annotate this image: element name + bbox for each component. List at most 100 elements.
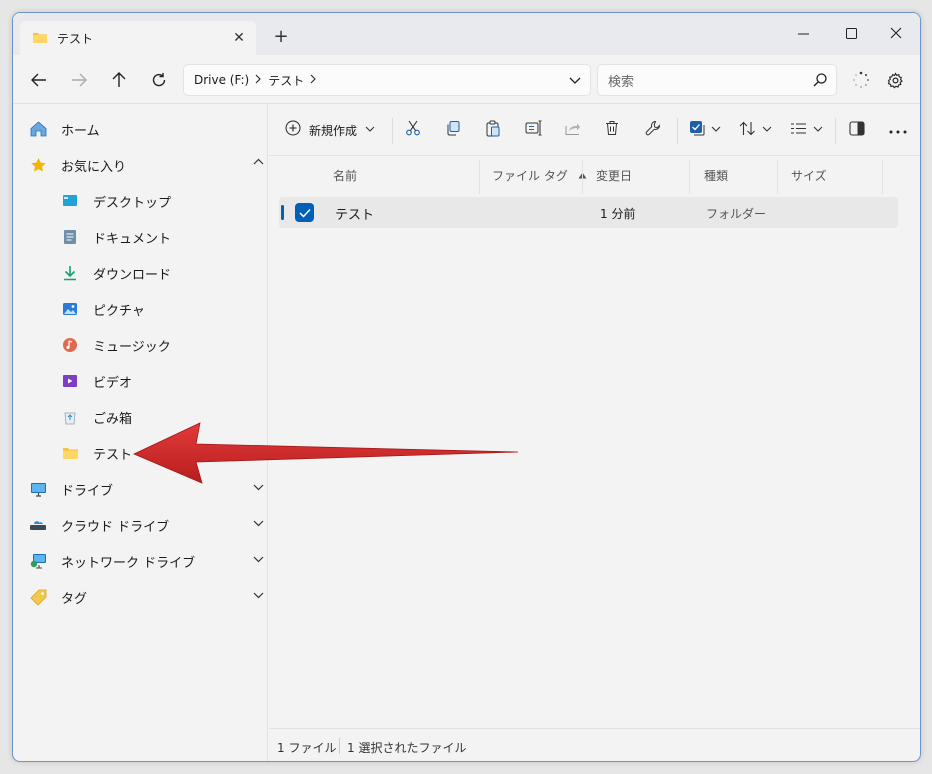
sidebar-item-music[interactable]: ミュージック (61, 330, 171, 360)
sidebar-item-label: タグ (61, 591, 88, 607)
preview-pane-button[interactable] (849, 118, 865, 142)
refresh-button[interactable] (145, 67, 173, 93)
chevron-down-icon (762, 123, 772, 138)
column-header-modified[interactable]: 変更日 (596, 156, 632, 194)
maximize-button[interactable] (828, 19, 874, 47)
rename-button[interactable] (525, 118, 543, 142)
sidebar-item-label: ダウンロード (93, 267, 172, 283)
chevron-down-icon[interactable] (568, 73, 582, 90)
item-count: 1 ファイル (277, 741, 337, 755)
home-icon (29, 120, 47, 138)
column-divider[interactable] (689, 160, 690, 194)
new-button-label: 新規作成 (309, 123, 358, 138)
sort-arrows-icon (739, 121, 756, 140)
chevron-down-icon[interactable] (253, 553, 264, 567)
share-icon (565, 121, 581, 140)
back-button[interactable] (25, 67, 53, 93)
up-button[interactable] (105, 67, 133, 93)
column-divider[interactable] (582, 160, 583, 194)
sidebar-item-cloud-drives[interactable]: クラウド ドライブ (29, 510, 265, 540)
layout-button[interactable] (790, 118, 823, 142)
copy-icon (445, 120, 461, 140)
star-icon (29, 156, 47, 174)
drive-icon (29, 480, 47, 498)
ellipsis-icon (889, 123, 907, 138)
row-name: テスト (335, 208, 375, 223)
settings-gear-icon[interactable] (881, 67, 909, 93)
delete-button[interactable] (605, 118, 619, 142)
wrench-icon (645, 120, 661, 140)
column-divider[interactable] (882, 160, 883, 194)
chevron-up-icon[interactable] (253, 157, 264, 171)
copy-button[interactable] (445, 118, 461, 142)
sidebar-item-home[interactable]: ホーム (29, 114, 100, 144)
search-input[interactable]: 検索 (597, 64, 837, 96)
close-window-button[interactable] (873, 19, 919, 47)
column-divider[interactable] (777, 160, 778, 194)
new-button[interactable]: 新規作成 (285, 118, 375, 142)
close-tab-button[interactable]: ✕ (228, 27, 250, 49)
row-modified: 1 分前 (600, 207, 636, 221)
status-divider (339, 738, 340, 754)
sort-button[interactable] (739, 118, 772, 142)
rename-icon (525, 120, 543, 140)
row-type: フォルダー (706, 207, 767, 221)
column-divider[interactable] (479, 160, 480, 194)
sidebar-item-documents[interactable]: ドキュメント (61, 222, 171, 252)
folder-icon (61, 444, 79, 462)
loading-icon (847, 67, 875, 93)
column-header-label: ファイル タグ (492, 168, 568, 183)
chevron-down-icon[interactable] (253, 589, 264, 603)
column-header-name[interactable]: 名前 (333, 156, 357, 194)
tab-title: テスト (57, 32, 94, 46)
sidebar-item-videos[interactable]: ビデオ (61, 366, 132, 396)
sidebar-item-downloads[interactable]: ダウンロード (61, 258, 171, 288)
sidebar-item-label: ごみ箱 (93, 411, 133, 427)
toolbar-divider (677, 118, 678, 144)
breadcrumb-test[interactable]: テスト (268, 72, 304, 89)
toolbar-divider (835, 118, 836, 144)
cloud-drive-icon (29, 516, 47, 534)
sidebar-item-recycle-bin[interactable]: ごみ箱 (61, 402, 132, 432)
new-tab-button[interactable]: + (269, 25, 293, 49)
column-header-file-tag[interactable]: ファイル タグ (492, 156, 587, 194)
scissors-icon (405, 120, 421, 140)
column-header-size[interactable]: サイズ (791, 156, 827, 194)
sidebar-item-tags[interactable]: タグ (29, 582, 265, 612)
properties-button[interactable] (645, 118, 661, 142)
chevron-down-icon (711, 123, 721, 138)
select-mode-button[interactable] (689, 118, 721, 142)
status-bar: 1 ファイル 1 選択されたファイル (269, 728, 920, 761)
sidebar-item-pictures[interactable]: ピクチャ (61, 294, 145, 324)
row-checkbox[interactable] (295, 203, 314, 222)
sidebar-item-label: ピクチャ (93, 303, 145, 319)
minimize-button[interactable] (780, 19, 826, 47)
sidebar-item-desktop[interactable]: デスクトップ (61, 186, 171, 216)
column-header-type[interactable]: 種類 (704, 156, 728, 194)
tab-bar: テスト ✕ + (13, 13, 920, 55)
share-button[interactable] (565, 118, 581, 142)
address-bar[interactable]: Drive (F:) テスト (183, 64, 591, 96)
navigation-bar: Drive (F:) テスト 検索 (13, 55, 920, 104)
network-drive-icon (29, 552, 47, 570)
music-icon (61, 336, 79, 354)
recycle-bin-icon (61, 408, 79, 426)
search-icon[interactable] (812, 72, 828, 92)
sidebar-item-label: ドキュメント (93, 231, 172, 247)
sidebar-item-test-folder[interactable]: テスト (61, 438, 132, 468)
sidebar-item-favorites[interactable]: お気に入り (29, 150, 265, 180)
table-row[interactable]: テスト 1 分前 フォルダー (279, 197, 898, 228)
chevron-down-icon[interactable] (253, 517, 264, 531)
sidebar-item-network-drives[interactable]: ネットワーク ドライブ (29, 546, 265, 576)
chevron-down-icon (365, 123, 375, 138)
more-options-button[interactable] (889, 118, 907, 142)
picture-icon (61, 300, 79, 318)
paste-button[interactable] (485, 118, 501, 142)
cut-button[interactable] (405, 118, 421, 142)
sidebar-item-label: デスクトップ (93, 195, 172, 211)
forward-button[interactable] (65, 67, 93, 93)
list-view-icon (790, 122, 807, 139)
desktop-icon (61, 192, 79, 210)
breadcrumb-drive[interactable]: Drive (F:) (194, 73, 249, 87)
tab-test[interactable]: テスト ✕ (20, 21, 256, 55)
